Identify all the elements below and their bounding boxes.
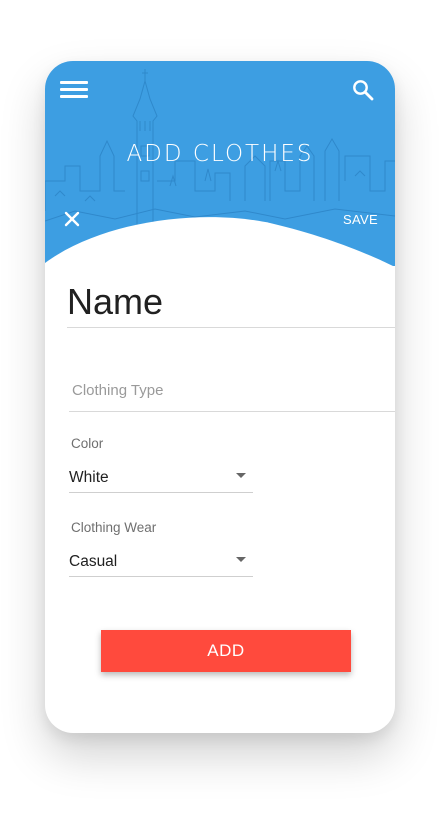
page-title: ADD CLOTHES xyxy=(126,141,314,167)
clothing-wear-select[interactable]: Casual xyxy=(69,548,253,577)
clothing-type-field[interactable]: Clothing Type xyxy=(69,373,395,412)
clothing-wear-label: Clothing Wear xyxy=(71,520,157,535)
clothing-type-placeholder: Clothing Type xyxy=(72,382,164,399)
clothing-wear-select-value: Casual xyxy=(69,553,118,570)
add-button[interactable]: ADD xyxy=(101,630,351,672)
search-icon[interactable] xyxy=(352,79,374,101)
name-input-text: Name xyxy=(67,281,164,322)
color-select[interactable]: White xyxy=(69,464,253,493)
name-field[interactable]: Name xyxy=(67,277,395,328)
color-label: Color xyxy=(71,436,104,451)
dropdown-arrow-icon xyxy=(236,557,246,562)
color-select-value: White xyxy=(69,469,109,486)
header-curve xyxy=(45,217,393,266)
add-clothes-card: ADD CLOTHES SAVE Name Clothing Type Colo… xyxy=(45,61,395,733)
hamburger-menu-icon[interactable] xyxy=(60,81,88,99)
header-banner: ADD CLOTHES SAVE xyxy=(45,61,395,266)
dropdown-arrow-icon xyxy=(236,473,246,478)
